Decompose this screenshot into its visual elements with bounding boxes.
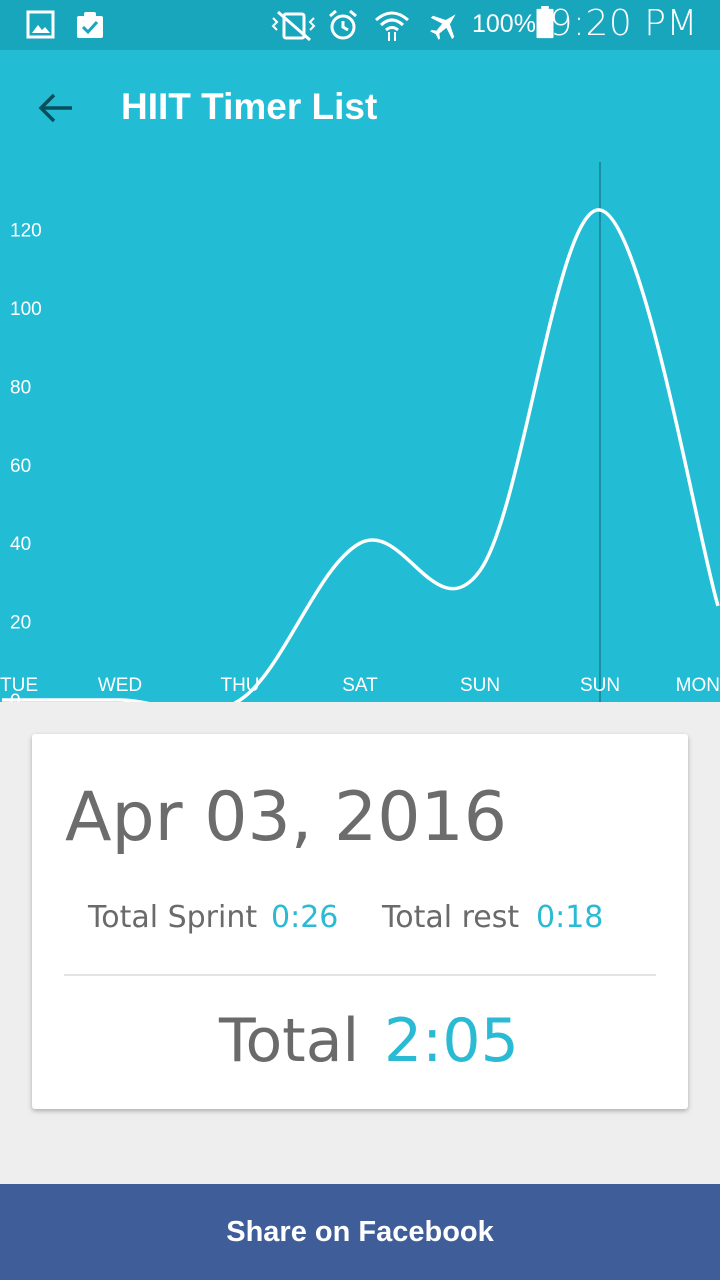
y-tick-label: 100 bbox=[10, 299, 42, 320]
page-title: HIIT Timer List bbox=[121, 86, 378, 127]
share-facebook-button[interactable]: Share on Facebook bbox=[0, 1184, 720, 1280]
x-tick-label: SUN bbox=[580, 675, 620, 696]
share-facebook-label: Share on Facebook bbox=[226, 1216, 494, 1248]
x-tick-label: MON bbox=[676, 675, 720, 696]
clipboard-check-icon bbox=[77, 12, 103, 38]
data-point[interactable] bbox=[712, 600, 720, 612]
workout-chart[interactable]: 120 100 80 60 40 20 0 TUE WED THU SAT SUN SUN MON bbox=[0, 162, 720, 702]
arrow-back-icon[interactable] bbox=[32, 84, 80, 132]
card-divider bbox=[64, 974, 656, 976]
session-date: Apr 03, 2016 bbox=[65, 778, 508, 857]
rest-value: 0:18 bbox=[536, 900, 604, 935]
airplane-icon bbox=[430, 14, 456, 40]
y-tick-label: 120 bbox=[10, 221, 42, 242]
app-bar: HIIT Timer List bbox=[0, 50, 720, 162]
gallery-icon bbox=[26, 10, 55, 39]
total-label: Total bbox=[219, 1006, 360, 1076]
status-bar: 100% 9:20 PM bbox=[0, 0, 720, 50]
data-point[interactable] bbox=[354, 537, 366, 549]
vibrate-mute-icon bbox=[271, 10, 316, 42]
data-point[interactable] bbox=[594, 204, 606, 216]
alarm-icon bbox=[329, 9, 357, 40]
y-tick-label: 20 bbox=[10, 613, 31, 634]
y-tick-label: 60 bbox=[10, 456, 31, 477]
x-tick-label: TUE bbox=[0, 675, 38, 696]
chart-canvas: 120100806040200TUE WED THU SAT SUN SUN MON bbox=[0, 162, 720, 702]
x-tick-label: SUN bbox=[460, 675, 500, 696]
sprint-value: 0:26 bbox=[271, 900, 339, 935]
y-tick-label: 40 bbox=[10, 534, 31, 555]
summary-card: Apr 03, 2016 Total Sprint 0:26 Total res… bbox=[32, 734, 688, 1109]
sprint-label: Total Sprint bbox=[88, 900, 258, 935]
data-point[interactable] bbox=[474, 565, 486, 577]
battery-percent: 100% bbox=[472, 10, 536, 38]
rest-label: Total rest bbox=[382, 900, 520, 935]
y-tick-label: 80 bbox=[10, 377, 31, 398]
x-tick-label: SAT bbox=[342, 675, 378, 696]
status-time: 9:20 PM bbox=[549, 3, 698, 44]
total-value: 2:05 bbox=[384, 1006, 519, 1076]
wifi-icon bbox=[375, 11, 409, 41]
series-line bbox=[2, 208, 720, 702]
x-tick-label: WED bbox=[98, 675, 142, 696]
x-tick-label: THU bbox=[220, 675, 259, 696]
